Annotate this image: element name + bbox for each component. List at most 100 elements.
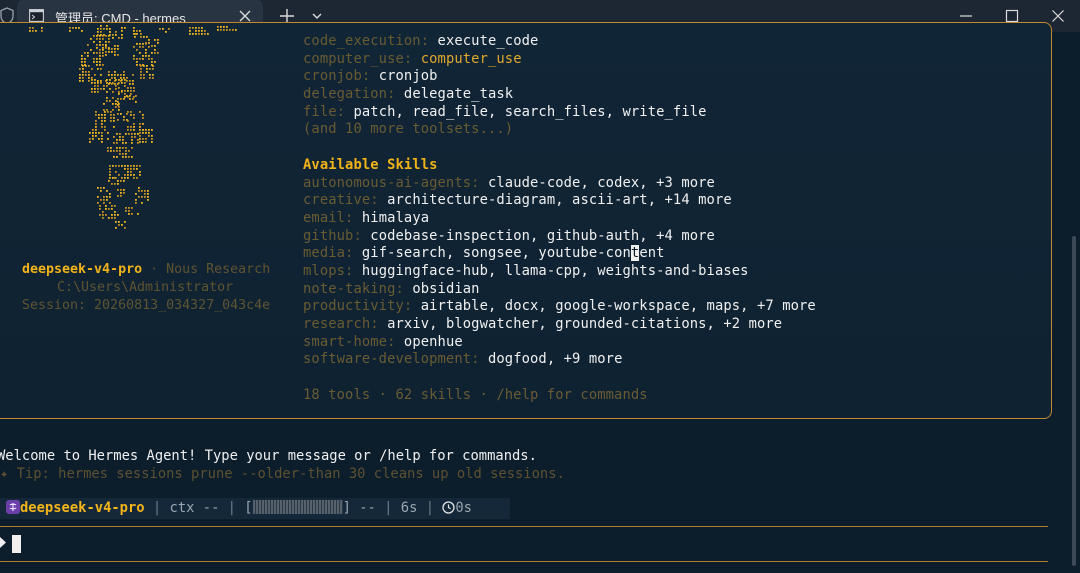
- logo-dot: [151, 45, 153, 47]
- logo-dot: [106, 25, 108, 27]
- logo-dot: [88, 65, 90, 67]
- logo-dot: [142, 58, 144, 60]
- logo-dot: [130, 171, 132, 173]
- logo-dot: [41, 30, 43, 32]
- logo-dot: [125, 210, 127, 212]
- logo-dot: [159, 28, 161, 30]
- logo-dot: [133, 168, 135, 170]
- logo-dot: [92, 135, 94, 137]
- logo-dot: [91, 88, 93, 90]
- logo-dot: [139, 126, 141, 128]
- logo-dot: [116, 150, 118, 152]
- input-field[interactable]: [12, 535, 21, 553]
- logo-dot: [144, 196, 146, 198]
- logo-dot: [115, 221, 117, 223]
- logo-dot: [121, 79, 123, 81]
- logo-dot: [103, 187, 105, 189]
- caduceus-logo-icon: [29, 25, 237, 229]
- logo-dot: [109, 177, 111, 179]
- logo-dot: [111, 48, 113, 50]
- logo-dot: [106, 100, 108, 102]
- logo-dot: [146, 36, 148, 38]
- logo-dot: [82, 74, 84, 76]
- logo-dot: [102, 214, 104, 216]
- logo-dot: [201, 30, 203, 32]
- logo-dot: [120, 113, 122, 115]
- logo-dot: [119, 153, 121, 155]
- logo-dot: [139, 52, 141, 54]
- logo-dot: [124, 177, 126, 179]
- logo-dot: [109, 165, 111, 167]
- logo-dot: [154, 39, 156, 41]
- logo-dot: [130, 129, 132, 131]
- logo-dot: [29, 30, 31, 32]
- logo-dot: [109, 82, 111, 84]
- logo-dot: [103, 85, 105, 87]
- logo-dot: [113, 136, 115, 138]
- logo-dot: [133, 30, 135, 32]
- logo-dot: [103, 202, 105, 204]
- logo-dot: [109, 171, 111, 173]
- logo-dot: [105, 41, 107, 43]
- logo-dot: [90, 38, 92, 40]
- logo-dot: [168, 28, 170, 30]
- logo-dot: [112, 109, 114, 111]
- elapsed-time: 6s: [400, 500, 418, 516]
- logo-dot: [106, 196, 108, 198]
- logo-dot: [129, 83, 131, 85]
- logo-dot: [106, 91, 108, 93]
- logo-dot: [124, 27, 126, 29]
- logo-dot: [121, 177, 123, 179]
- logo-dot: [143, 65, 145, 67]
- logo-dot: [94, 74, 96, 76]
- logo-dot: [96, 47, 98, 49]
- logo-dot: [89, 138, 91, 140]
- logo-dot: [97, 187, 99, 189]
- logo-dot: [133, 87, 135, 89]
- logo-dot: [97, 31, 99, 33]
- logo-dot: [111, 51, 113, 53]
- logo-dot: [133, 90, 135, 92]
- logo-dot: [133, 165, 135, 167]
- logo-dot: [117, 189, 119, 191]
- logo-dot: [124, 79, 126, 81]
- tools-summary: 18 tools · 62 skills · /help for command…: [303, 387, 648, 403]
- input-divider-top: [0, 526, 1048, 527]
- logo-dot: [115, 88, 117, 90]
- logo-dot: [122, 139, 124, 141]
- scrollbar[interactable]: [1072, 236, 1076, 566]
- logo-dot: [120, 74, 122, 76]
- logo-dot: [139, 43, 141, 45]
- logo-dot: [189, 27, 191, 29]
- logo-dot: [142, 114, 144, 116]
- logo-dot: [127, 111, 129, 113]
- logo-dot: [127, 120, 129, 122]
- logo-dot: [140, 33, 142, 35]
- logo-dot: [129, 98, 131, 100]
- logo-dot: [82, 80, 84, 82]
- logo-dot: [144, 190, 146, 192]
- logo-dot: [117, 113, 119, 115]
- terminal-console[interactable]: deepseek-v4-pro · Nous Research C:\Users…: [0, 22, 1080, 573]
- logo-dot: [108, 48, 110, 50]
- logo-dot: [108, 180, 110, 182]
- clock-icon: [442, 501, 455, 514]
- logo-dot: [136, 49, 138, 51]
- logo-dot: [145, 49, 147, 51]
- logo-dot: [148, 58, 150, 60]
- logo-dot: [118, 165, 120, 167]
- logo-dot: [82, 68, 84, 70]
- logo-dot: [126, 80, 128, 82]
- logo-dot: [91, 68, 93, 70]
- logo-dot: [106, 82, 108, 84]
- logo-dot: [114, 77, 116, 79]
- logo-dot: [84, 61, 86, 63]
- logo-dot: [32, 30, 34, 32]
- logo-dot: [100, 74, 102, 76]
- logo-dot: [124, 174, 126, 176]
- logo-dot: [69, 30, 71, 32]
- logo-dot: [106, 190, 108, 192]
- logo-dot: [96, 58, 98, 60]
- toolset-row: code_execution: execute_code: [303, 33, 539, 49]
- logo-dot: [127, 90, 129, 92]
